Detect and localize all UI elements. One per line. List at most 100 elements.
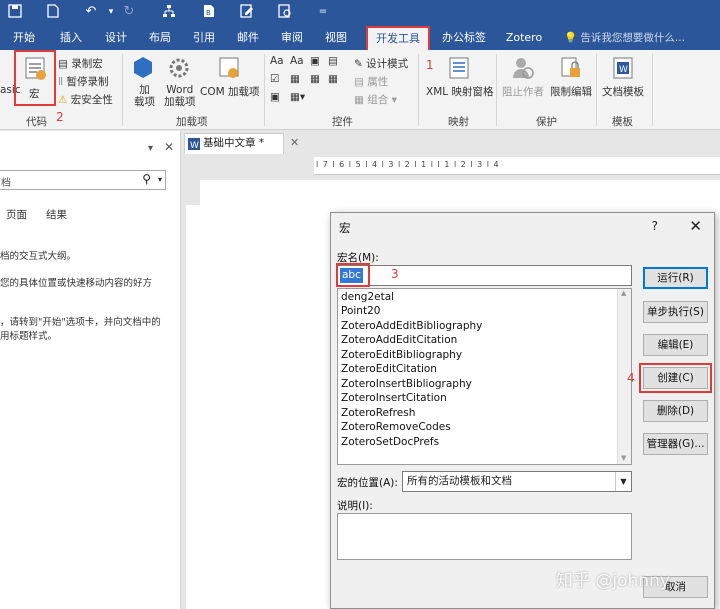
pause-icon: Ⅱ	[58, 76, 64, 88]
horizontal-ruler[interactable]: l 7 l 6 l 5 l 4 l 3 l 2 l 1 l l 1 l 2 l …	[314, 157, 720, 175]
picture-control-icon[interactable]: ▣	[310, 55, 320, 67]
close-tab-icon[interactable]: ✕	[290, 136, 299, 149]
list-item[interactable]: deng2etal	[341, 291, 394, 303]
group-button[interactable]: ▦ 组合 ▾	[354, 92, 397, 107]
macro-location-select[interactable]: 所有的活动模板和文档 ▼	[402, 471, 632, 492]
dropdown-control-icon[interactable]: ▦	[310, 73, 320, 85]
macros-label: 宏	[29, 88, 40, 100]
macro-location-value: 所有的活动模板和文档	[407, 475, 512, 487]
create-button[interactable]: 创建(C)	[639, 363, 712, 393]
annotation-2: 2	[56, 110, 64, 124]
tree-icon[interactable]	[160, 4, 178, 23]
rich-text-control-icon[interactable]: Aa	[270, 55, 284, 67]
legacy-tools-icon[interactable]: ▦▾	[290, 91, 305, 103]
restrict-editing-button[interactable]: 限制编辑	[548, 54, 594, 110]
xml-mapping-pane-button[interactable]: XML 映射窗格	[424, 54, 494, 110]
tab-insert[interactable]: 插入	[54, 28, 88, 50]
list-item[interactable]: ZoteroEditBibliography	[341, 349, 462, 361]
building-block-control-icon[interactable]: ▤	[328, 55, 338, 67]
word-addins-button[interactable]: Word 加载项	[162, 54, 196, 110]
tab-references[interactable]: 引用	[188, 28, 220, 50]
tab-review[interactable]: 审阅	[276, 28, 308, 50]
list-item[interactable]: ZoteroAddEditCitation	[341, 334, 457, 346]
properties-button[interactable]: ▤ 属性	[354, 74, 388, 89]
customize-icon[interactable]: =	[314, 4, 332, 20]
undo-icon[interactable]: ↶	[82, 4, 100, 20]
divider	[418, 54, 419, 126]
annotation-4: 4	[627, 371, 635, 385]
macros-button[interactable]: 宏	[18, 54, 52, 102]
tab-view[interactable]: 视图	[320, 28, 352, 50]
navigation-search-input[interactable]: 档 ⚲ ▾	[0, 170, 166, 190]
save-icon[interactable]	[6, 4, 24, 23]
redo-icon[interactable]: ↻	[120, 4, 138, 20]
com-addins-button[interactable]: COM 加载项	[198, 54, 260, 110]
edit-button[interactable]: 编辑(E)	[643, 334, 708, 356]
tab-results[interactable]: 结果	[46, 207, 67, 222]
divider	[596, 54, 597, 126]
macro-security-button[interactable]: ⚠ 宏安全性	[58, 92, 113, 107]
addins-button[interactable]: 加 载项	[128, 54, 158, 110]
document-tab[interactable]: W 基础中文章 *	[184, 133, 284, 154]
undo-dropdown-icon[interactable]: ▾	[102, 4, 120, 20]
delete-button[interactable]: 删除(D)	[643, 400, 708, 422]
help-icon[interactable]: ?	[652, 219, 658, 233]
organizer-button[interactable]: 管理器(G)...	[643, 433, 708, 455]
description-box[interactable]	[337, 513, 632, 560]
pane-options-icon[interactable]: ▾	[148, 143, 153, 154]
chevron-down-icon[interactable]: ▼	[615, 472, 631, 491]
tab-developer[interactable]: 开发工具	[366, 26, 430, 50]
list-item[interactable]: ZoteroEditCitation	[341, 363, 437, 375]
svg-text:B: B	[206, 9, 211, 17]
list-item[interactable]: ZoteroSetDocPrefs	[341, 436, 439, 448]
tab-design[interactable]: 设计	[100, 28, 132, 50]
search-dropdown-icon[interactable]: ▾	[158, 175, 162, 184]
close-icon[interactable]: ✕	[689, 217, 702, 235]
com-addins-icon	[219, 57, 239, 78]
list-item[interactable]: ZoteroAddEditBibliography	[341, 320, 482, 332]
vertical-ruler[interactable]	[186, 205, 200, 609]
tab-layout[interactable]: 布局	[144, 28, 176, 50]
list-item[interactable]: ZoteroRemoveCodes	[341, 421, 451, 433]
combobox-control-icon[interactable]: ▦	[290, 73, 300, 85]
controls-gallery[interactable]: Aa Aa ▣ ▤ ☑ ▦ ▦ ▦ ▣ ▦▾	[270, 55, 348, 107]
date-control-icon[interactable]: ▦	[328, 73, 338, 85]
record-macro-label: 录制宏	[71, 58, 103, 70]
print-icon[interactable]: B	[200, 4, 218, 23]
tab-office-tab[interactable]: 办公标签	[438, 28, 490, 50]
divider	[496, 54, 497, 126]
plain-text-control-icon[interactable]: Aa	[290, 55, 304, 67]
document-tab-label: 基础中文章 *	[203, 137, 265, 149]
new-doc-icon[interactable]	[44, 4, 62, 23]
warning-icon: ⚠	[58, 94, 68, 106]
preview-icon[interactable]	[276, 4, 294, 23]
list-item[interactable]: Point20	[341, 305, 380, 317]
search-icon[interactable]: ⚲	[142, 172, 151, 186]
close-icon[interactable]: ✕	[164, 140, 174, 154]
macro-list[interactable]: deng2etal Point20 ZoteroAddEditBibliogra…	[337, 288, 632, 465]
step-into-button[interactable]: 单步执行(S)	[643, 301, 708, 323]
pause-recording-button[interactable]: Ⅱ 暂停录制	[58, 74, 109, 89]
macro-name-input[interactable]: abc	[337, 265, 632, 286]
tab-mailings[interactable]: 邮件	[232, 28, 264, 50]
record-macro-button[interactable]: ▤ 录制宏	[58, 56, 103, 71]
repeating-control-icon[interactable]: ▣	[270, 91, 280, 103]
document-template-button[interactable]: W 文档模板	[600, 54, 648, 110]
list-item[interactable]: ZoteroInsertBibliography	[341, 378, 472, 390]
edit-doc-icon[interactable]	[238, 4, 256, 23]
list-item[interactable]: ZoteroInsertCitation	[341, 392, 447, 404]
tab-home[interactable]: 开始	[8, 28, 40, 50]
tab-pages[interactable]: 页面	[6, 207, 27, 222]
tab-zotero[interactable]: Zotero	[502, 28, 546, 50]
scroll-down-icon[interactable]: ▼	[621, 454, 626, 462]
checkbox-control-icon[interactable]: ☑	[270, 73, 279, 85]
run-button[interactable]: 运行(R)	[643, 267, 708, 289]
design-mode-button[interactable]: ✎ 设计模式	[354, 56, 408, 71]
design-mode-icon: ✎	[354, 58, 363, 70]
list-item[interactable]: ZoteroRefresh	[341, 407, 415, 419]
tell-me-box[interactable]: 💡 告诉我您想要做什么...	[564, 30, 685, 45]
group-code-label: 代码	[26, 116, 47, 128]
scroll-up-icon[interactable]: ▲	[621, 289, 626, 297]
group-protect-label: 保护	[536, 116, 557, 128]
block-authors-button[interactable]: 阻止作者	[500, 54, 546, 110]
